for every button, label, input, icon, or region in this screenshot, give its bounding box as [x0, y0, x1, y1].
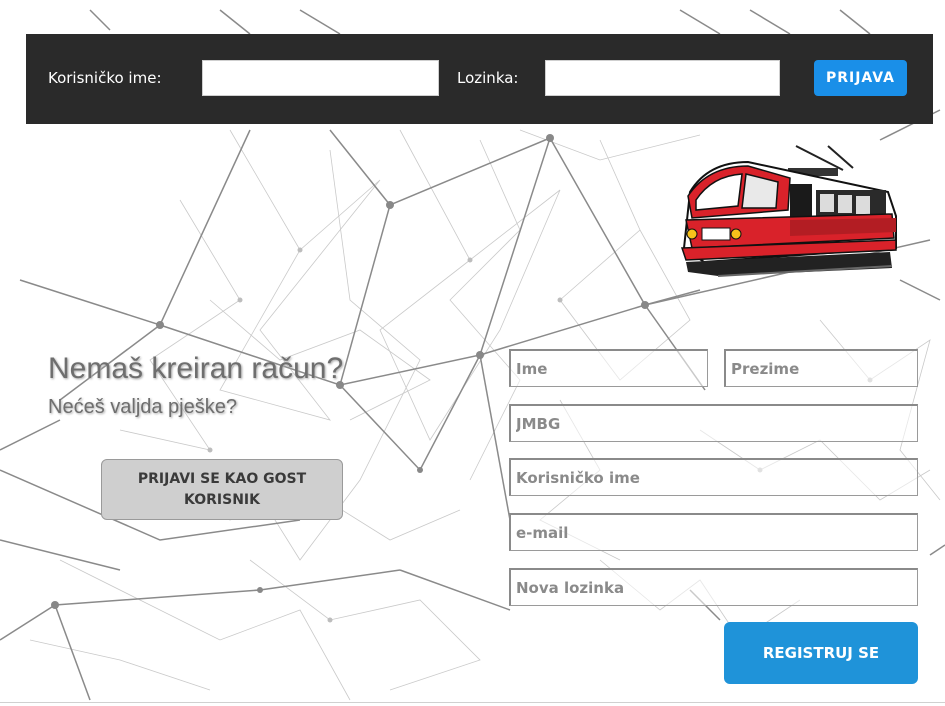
- login-bar: Korisničko ime: Lozinka: PRIJAVA: [26, 34, 933, 124]
- password-label: Lozinka:: [457, 69, 519, 87]
- email-input[interactable]: [509, 513, 918, 551]
- guest-login-button[interactable]: PRIJAVI SE KAO GOST KORISNIK: [101, 459, 343, 520]
- register-button[interactable]: REGISTRUJ SE: [724, 622, 918, 684]
- username-label: Korisničko ime:: [48, 69, 162, 87]
- first-name-input[interactable]: [509, 349, 708, 387]
- username-input[interactable]: [202, 60, 439, 96]
- promo-headline: Nemaš kreiran račun?: [48, 352, 344, 385]
- password-input[interactable]: [545, 60, 780, 96]
- tram-icon: [680, 145, 897, 277]
- last-name-input[interactable]: [724, 349, 918, 387]
- jmbg-input[interactable]: [509, 404, 918, 442]
- register-username-input[interactable]: [509, 458, 918, 496]
- login-button[interactable]: PRIJAVA: [814, 60, 907, 96]
- promo-subline: Nećeš valjda pješke?: [48, 396, 237, 418]
- bottom-divider: [0, 702, 945, 703]
- new-password-input[interactable]: [509, 568, 918, 606]
